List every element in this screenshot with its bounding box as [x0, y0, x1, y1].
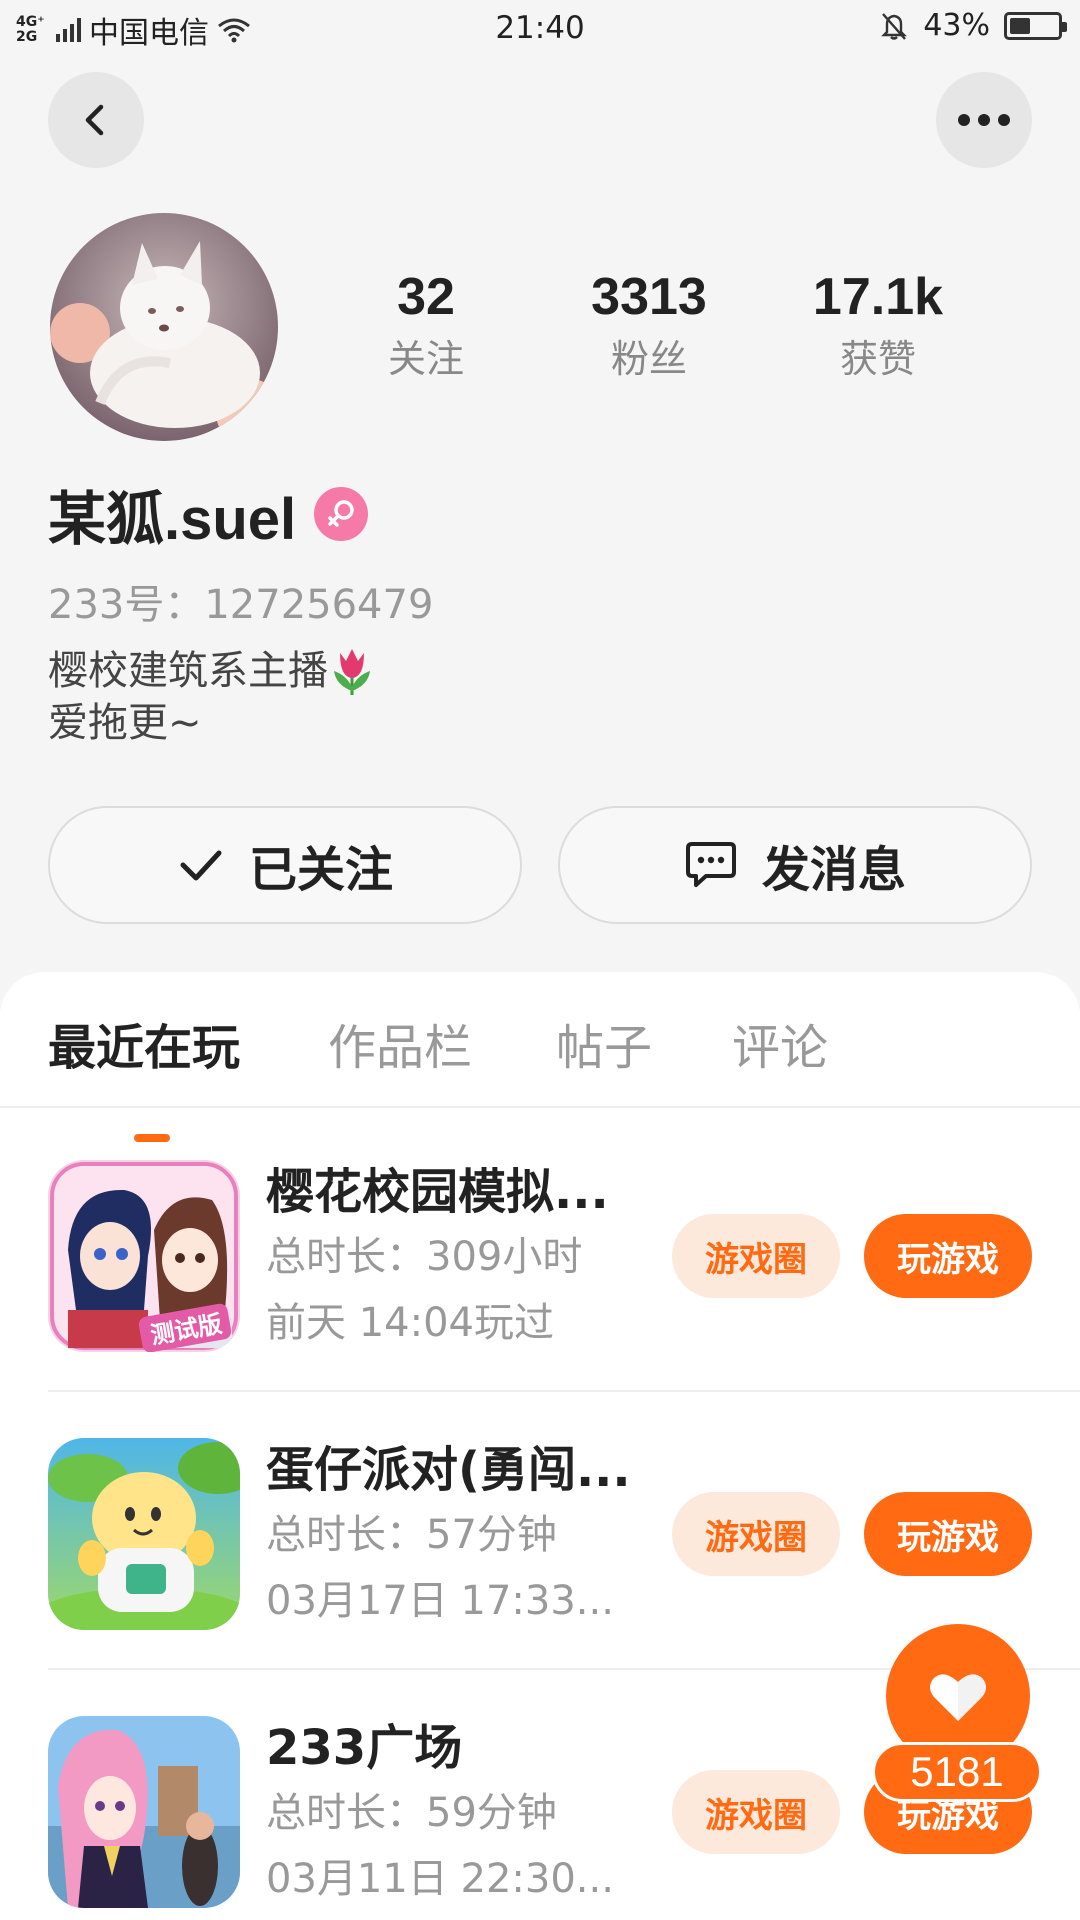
game-duration: 总时长：59分钟 [266, 1790, 557, 1836]
check-icon [180, 850, 222, 881]
stat-likes-value: 17.1k [812, 268, 944, 326]
username: 某狐.suel [48, 487, 297, 552]
stat-following-label: 关注 [387, 337, 464, 381]
stat-likes-label: 获赞 [839, 337, 916, 381]
tabs-divider [0, 1106, 1080, 1108]
tab-recently-played[interactable]: 最近在玩 [48, 1008, 240, 1078]
tab-works[interactable]: 作品栏 [328, 1008, 472, 1078]
game-last-played: 03月11日 22:30... [266, 1856, 614, 1902]
game-circle-button[interactable]: 游戏圈 [672, 1492, 840, 1576]
tab-active-indicator [134, 1134, 170, 1142]
play-game-button[interactable]: 玩游戏 [864, 1492, 1032, 1576]
tab-bar: 最近在玩 作品栏 帖子 评论 [0, 1008, 1080, 1142]
tab-posts[interactable]: 帖子 [556, 1008, 652, 1078]
stat-following-value: 32 [397, 268, 455, 326]
avatar-image [50, 213, 278, 441]
game-icon[interactable] [48, 1716, 240, 1908]
battery-percent: 43% [923, 8, 990, 43]
female-icon [314, 487, 369, 541]
bio-line-2: 爱拖更~ [48, 700, 202, 746]
game-title: 233广场 [266, 1720, 463, 1776]
game-circle-button[interactable]: 游戏圈 [672, 1770, 840, 1854]
chat-bubble-icon [685, 842, 736, 887]
game-duration: 总时长：57分钟 [266, 1512, 557, 1558]
send-message-button[interactable]: 发消息 [558, 806, 1032, 924]
game-icon[interactable] [48, 1438, 240, 1630]
send-message-label: 发消息 [761, 842, 906, 898]
game-circle-button[interactable]: 游戏圈 [672, 1214, 840, 1298]
username-row: 某狐.suel [48, 472, 369, 556]
profile-page: 4G⁺ 2G 中国电信 21:40 43% 32 关注 3313 粉丝 17.1… [0, 0, 1080, 1920]
back-button[interactable] [48, 72, 144, 168]
following-button-label: 已关注 [248, 842, 393, 898]
play-game-button[interactable]: 玩游戏 [864, 1214, 1032, 1298]
game-last-played: 03月17日 17:33... [266, 1578, 614, 1624]
battery-level [1010, 17, 1030, 34]
mute-bell-icon [881, 12, 908, 40]
stat-followers[interactable]: 3313 粉丝 [529, 265, 769, 383]
game-title: 樱花校园模拟... [266, 1164, 609, 1220]
status-right: 43% [879, 8, 1067, 43]
heart-icon [930, 1674, 986, 1721]
stat-likes[interactable]: 17.1k 获赞 [758, 265, 998, 383]
more-dots-icon [958, 114, 1010, 126]
game-title: 蛋仔派对(勇闯... [266, 1442, 631, 1498]
status-bar: 4G⁺ 2G 中国电信 21:40 43% [0, 0, 1080, 56]
game-duration: 总时长：309小时 [266, 1234, 583, 1280]
bio-line-1: 樱校建筑系主播 [48, 648, 328, 694]
list-item[interactable]: 测试版 樱花校园模拟... 总时长：309小时 前天 14:04玩过 游戏圈 玩… [0, 1160, 1080, 1438]
following-button[interactable]: 已关注 [48, 806, 522, 924]
more-button[interactable] [936, 72, 1032, 168]
tab-comments[interactable]: 评论 [732, 1008, 828, 1078]
like-count: 5181 [872, 1742, 1042, 1802]
game-last-played: 前天 14:04玩过 [266, 1300, 554, 1346]
game-icon[interactable]: 测试版 [48, 1160, 240, 1352]
stat-followers-value: 3313 [591, 268, 707, 326]
stat-followers-label: 粉丝 [610, 337, 687, 381]
chevron-left-icon [85, 104, 104, 136]
bio: 樱校建筑系主播 爱拖更~ [48, 645, 376, 749]
battery-icon [1004, 11, 1067, 40]
row-divider [48, 1390, 1080, 1392]
avatar[interactable] [50, 213, 278, 441]
tulip-icon [334, 649, 370, 695]
user-id: 233号：127256479 [48, 582, 434, 628]
stat-following[interactable]: 32 关注 [306, 265, 546, 383]
